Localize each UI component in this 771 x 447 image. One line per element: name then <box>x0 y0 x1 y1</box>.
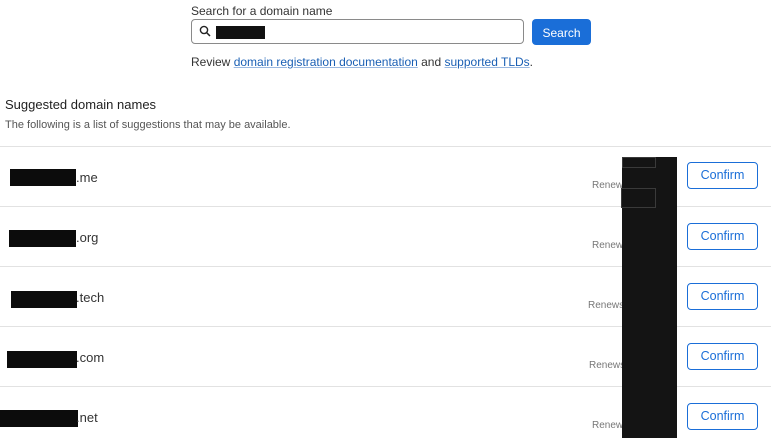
domain-tld: .org <box>76 230 99 245</box>
renew-price: Renew <box>592 420 624 431</box>
domain-registration-docs-link[interactable]: domain registration documentation <box>234 55 418 69</box>
renew-price: Renews <box>588 300 625 311</box>
renew-price: Renew <box>592 180 624 191</box>
search-label: Search for a domain name <box>191 4 333 18</box>
confirm-button[interactable]: Confirm <box>687 283 758 310</box>
ghost-element <box>622 157 656 168</box>
review-suffix: . <box>529 55 534 69</box>
domain-tld: .tech <box>76 290 105 305</box>
redacted-domain <box>0 410 78 427</box>
redacted-domain <box>11 291 77 308</box>
domain-tld: .me <box>76 170 98 185</box>
redaction-overlay <box>621 157 677 438</box>
confirm-button[interactable]: Confirm <box>687 223 758 250</box>
redacted-domain <box>7 351 77 368</box>
domain-tld: .net <box>76 410 98 425</box>
suggestions-title: Suggested domain names <box>5 97 157 112</box>
renew-price: Renew <box>592 240 624 251</box>
search-button[interactable]: Search <box>532 19 591 45</box>
confirm-button[interactable]: Confirm <box>687 343 758 370</box>
redacted-domain <box>10 169 76 186</box>
supported-tlds-link[interactable]: supported TLDs <box>445 55 530 69</box>
confirm-button[interactable]: Confirm <box>687 162 758 189</box>
review-prefix: Review <box>191 55 234 69</box>
ghost-element <box>621 188 656 208</box>
renew-price: Renews <box>589 360 626 371</box>
domain-tld: .com <box>76 350 105 365</box>
suggestions-description: The following is a list of suggestions t… <box>5 119 291 131</box>
redacted-domain <box>9 230 76 247</box>
search-input[interactable] <box>191 19 524 44</box>
confirm-button[interactable]: Confirm <box>687 403 758 430</box>
review-text: Review domain registration documentation… <box>191 55 533 69</box>
redacted-query <box>216 26 265 39</box>
review-middle: and <box>417 55 445 69</box>
search-icon <box>199 25 211 37</box>
